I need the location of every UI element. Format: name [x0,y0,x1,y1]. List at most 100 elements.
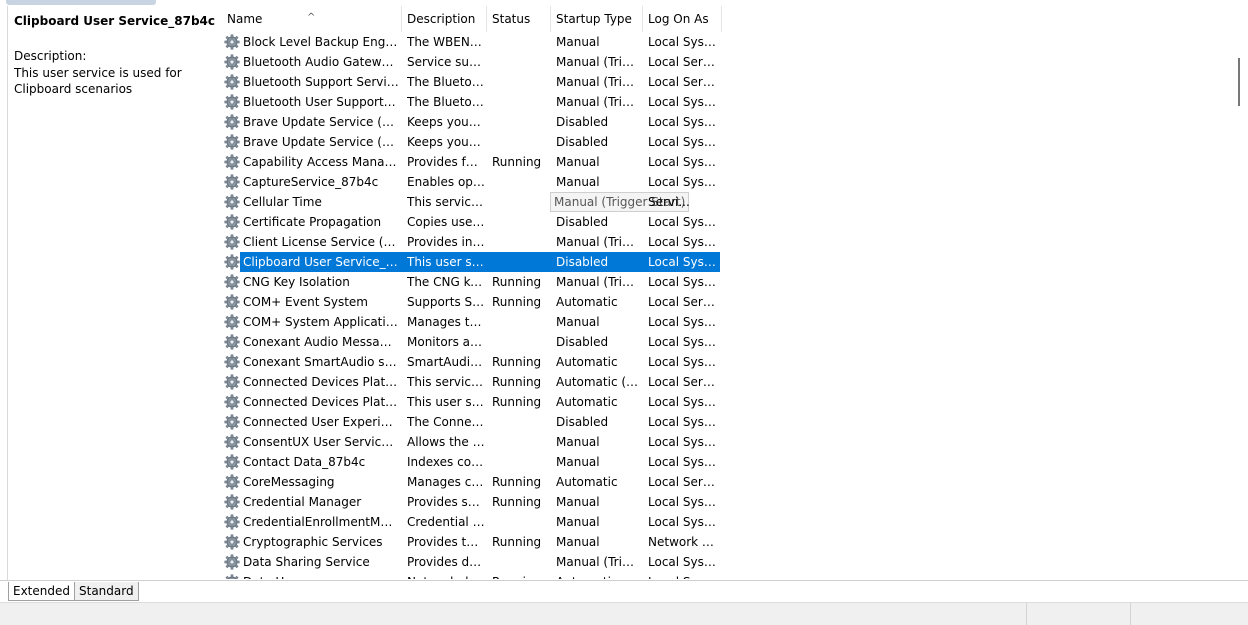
table-row[interactable]: Conexant SmartAudio service SmartAudio...… [222,352,722,372]
service-log-on-as: Local Servi... [648,55,718,69]
service-name: CNG Key Isolation [243,275,350,289]
service-description: Monitors au... [407,335,485,349]
service-description: Copies user ... [407,215,485,229]
service-status [492,32,550,52]
service-description: Manages co... [407,475,485,489]
column-header-status[interactable]: Status [487,6,551,32]
column-header-name[interactable]: Name ^ [222,6,402,32]
tab-extended[interactable]: Extended [8,582,75,601]
service-description: SmartAudio... [407,355,485,369]
table-row[interactable]: Data Sharing Service Provides da... Manual… [222,552,722,572]
service-log-on-as: Local Syste... [648,155,718,169]
service-log-on-as: Local Syste... [648,335,718,349]
service-log-on-as: Local Syste... [648,235,718,249]
service-status [492,172,550,192]
service-startup-type: Disabled [556,335,609,349]
table-row[interactable]: CoreMessaging Manages co... Running Automat… [222,472,722,492]
service-startup-type: Automatic (D... [556,375,640,389]
table-row[interactable]: Connected Devices Platfor... This user se… [222,392,722,412]
gear-icon [224,94,240,110]
tab-standard[interactable]: Standard [74,582,139,601]
table-row[interactable]: CaptureService_87b4c Enables opti... Manua… [222,172,722,192]
service-description: This service ... [407,195,485,209]
service-log-on-as: Local Servi... [648,375,718,389]
table-row[interactable]: Certificate Propagation Copies user ... Di… [222,212,722,232]
service-status [492,452,550,472]
table-row[interactable]: Cryptographic Services Provides thr... Run… [222,532,722,552]
service-status [492,432,550,452]
table-row[interactable]: Conexant Audio Message S... Monitors au..… [222,332,722,352]
table-row[interactable]: Capability Access Manager ... Provides fa… [222,152,722,172]
table-row[interactable]: Bluetooth Support Service The Bluetoo... M… [222,72,722,92]
table-row[interactable]: Block Level Backup Engine ... The WBENG..… [222,32,722,52]
service-title: Clipboard User Service_87b4c [14,14,215,28]
table-row[interactable]: Client License Service (Clip... Provides … [222,232,722,252]
service-description: Provides inf... [407,235,485,249]
gear-icon [224,294,240,310]
sort-ascending-icon: ^ [307,12,316,23]
service-name: Connected Devices Platfor... [243,375,399,389]
service-name: Connected User Experience... [243,415,399,429]
service-name: Credential Manager [243,495,362,509]
table-row[interactable]: COM+ Event System Supports Sy... Running Au… [222,292,722,312]
service-name: Brave Update Service (brave) [243,115,399,129]
service-status [492,552,550,572]
table-row[interactable]: Brave Update Service (brave... Keeps your… [222,132,722,152]
service-status [492,92,550,112]
service-description: Allows the s... [407,435,485,449]
service-status: Running [492,572,550,579]
service-description: This user ser... [407,395,485,409]
table-row[interactable]: Contact Data_87b4c Indexes con... Manual Lo… [222,452,722,472]
table-row[interactable]: Clipboard User Service_87b4c This user se… [222,252,722,272]
service-startup-type: Disabled [556,135,609,149]
service-name: Connected Devices Platfor... [243,395,399,409]
service-status [492,312,550,332]
service-log-on-as: Local Syste... [648,435,718,449]
gear-icon [224,374,240,390]
table-row[interactable]: ConsentUX User Service_87... Allows the s… [222,432,722,452]
service-log-on-as: Local Syste... [648,175,718,189]
service-log-on-as: Network S... [648,535,718,549]
service-log-on-as: Local Syste... [648,315,718,329]
table-row[interactable]: COM+ System Application Manages th... Manu… [222,312,722,332]
service-description: Indexes con... [407,455,485,469]
service-startup-type: Manual [556,495,600,509]
table-row[interactable]: Credential Manager Provides se... Running M… [222,492,722,512]
table-row[interactable]: Data Usage Network da... Running Automatic L… [222,572,722,579]
status-bar [0,602,1248,625]
service-status [492,112,550,132]
column-header-description[interactable]: Description [402,6,487,32]
services-local-tab[interactable] [6,0,156,5]
table-row[interactable]: Brave Update Service (brave) Keeps your .… [222,112,722,132]
table-row[interactable]: Connected Devices Platfor... This service… [222,372,722,392]
service-description: Supports Sy... [407,295,485,309]
status-bar-divider [1026,603,1027,625]
gear-icon [224,234,240,250]
vertical-scrollbar[interactable] [1232,6,1248,580]
service-name: Bluetooth Support Service [243,75,399,89]
gear-icon [224,214,240,230]
table-row[interactable]: Bluetooth User Support Ser... The Bluetoo… [222,92,722,112]
table-row[interactable]: CredentialEnrollmentMana... Credential E.… [222,512,722,532]
table-row[interactable]: Bluetooth Audio Gateway S... Service sup.… [222,52,722,72]
service-name: Cellular Time [243,195,322,209]
service-log-on-as: Local Syste... [648,95,718,109]
table-row[interactable]: CNG Key Isolation The CNG ke... Running Man… [222,272,722,292]
service-log-on-as: Local Syste... [648,515,718,529]
service-description: Keeps your ... [407,115,485,129]
service-startup-type: Disabled [556,255,609,269]
column-header-log-on-as[interactable]: Log On As [643,6,722,32]
gear-icon [224,554,240,570]
table-row[interactable]: Cellular Time This service ... Manual (Tri… [222,192,722,212]
service-name: Certificate Propagation [243,215,382,229]
service-name: CoreMessaging [243,475,335,489]
service-startup-type: Manual (Trig... [556,95,640,109]
table-row[interactable]: Connected User Experience... The Connec..… [222,412,722,432]
column-header-startup-type[interactable]: Startup Type [551,6,643,32]
scrollbar-thumb[interactable] [1238,58,1240,106]
service-status: Running [492,395,542,409]
services-list[interactable]: Name ^ Description Status Startup Type L… [222,6,1230,579]
service-log-on-as: Local Syste... [648,495,718,509]
gear-icon [224,574,240,579]
service-log-on-as: Local Syste... [648,255,718,269]
